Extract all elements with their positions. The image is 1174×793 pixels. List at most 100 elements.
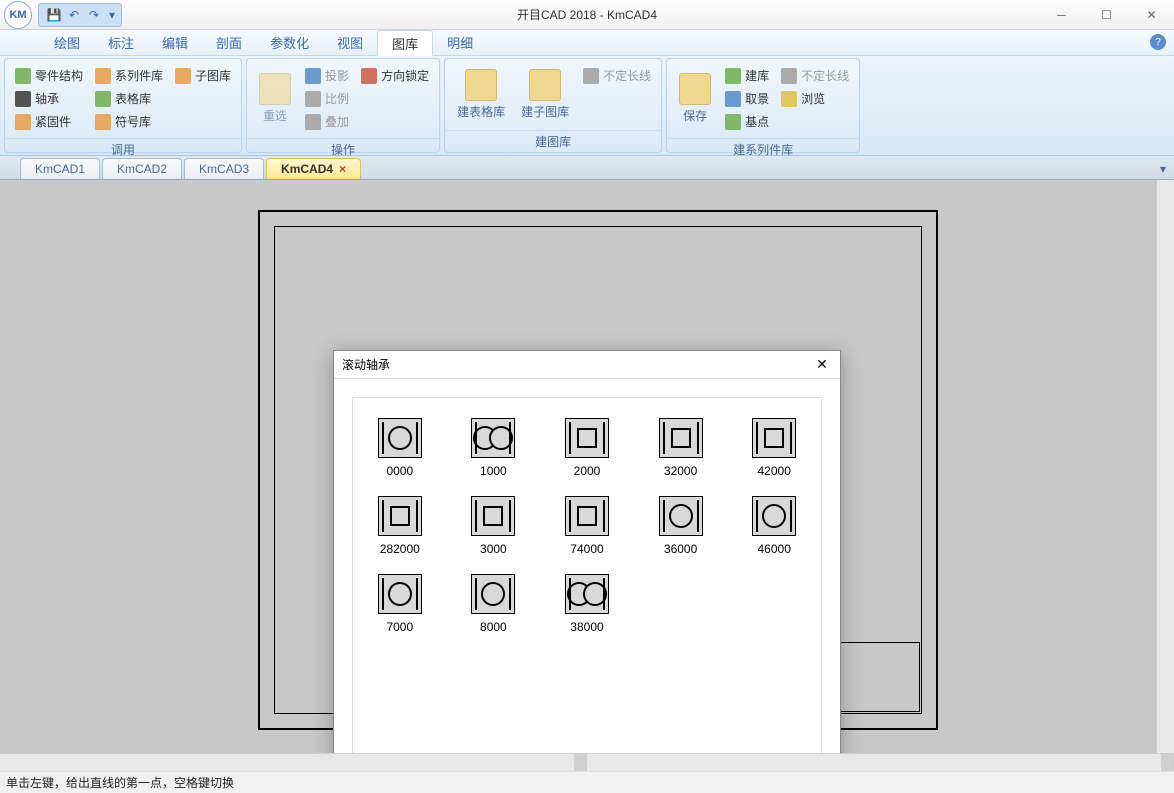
bearing-item[interactable]: 0000 [367,418,433,478]
dialog-title: 滚动轴承 [342,356,390,373]
ribbon-btn: 投影 [301,65,353,86]
document-tabs: KmCAD1KmCAD2KmCAD3KmCAD4× ▾ [0,156,1174,180]
bearing-item[interactable]: 46000 [741,496,807,556]
maximize-button[interactable]: ☐ [1084,0,1129,30]
bearing-label: 38000 [570,620,603,634]
ribbon-btn[interactable]: 浏览 [777,88,853,109]
ribbon-btn[interactable]: 符号库 [91,111,167,132]
ribbon-big-btn[interactable]: 保存 [671,63,719,134]
bearing-item[interactable]: 36000 [648,496,714,556]
bearing-icon [471,574,515,614]
window-title: 开目CAD 2018 - KmCAD4 [517,6,657,23]
bearing-label: 282000 [380,542,420,556]
bearing-item[interactable]: 3000 [461,496,527,556]
ribbon-big-btn[interactable]: 建表格库 [449,63,513,126]
bearing-icon [378,418,422,458]
ribbon-btn[interactable]: 取景 [721,88,773,109]
bearing-item[interactable]: 74000 [554,496,620,556]
bearing-icon [378,574,422,614]
ribbon: 零件结构轴承紧固件系列件库表格库符号库子图库调用重选投影比例叠加方向锁定操作建表… [0,56,1174,156]
ribbon-btn[interactable]: 方向锁定 [357,65,433,86]
bearing-item[interactable]: 42000 [741,418,807,478]
bearing-item[interactable]: 8000 [461,574,527,634]
ribbon-big-btn[interactable]: 建子图库 [513,63,577,126]
bearing-label: 0000 [386,464,413,478]
ribbon-group-2: 建表格库建子图库不定长线建图库 [444,58,662,153]
ribbon-btn: 不定长线 [579,65,655,86]
bearing-label: 8000 [480,620,507,634]
ribbon-btn: 不定长线 [777,65,853,86]
bearing-icon [659,418,703,458]
ribbon-btn[interactable]: 建库 [721,65,773,86]
drawing-canvas[interactable]: 滚动轴承 ✕ 0000 1000 2000 32000 42000 282000 3000 7… [0,180,1156,753]
group-label: 建图库 [445,130,661,152]
dialog-body: 0000 1000 2000 32000 42000 282000 3000 74000 360… [334,379,840,753]
bearing-label: 32000 [664,464,697,478]
ribbon-btn[interactable]: 轴承 [11,88,87,109]
document-tab[interactable]: KmCAD4× [266,158,361,179]
bearing-grid: 0000 1000 2000 32000 42000 282000 3000 74000 360… [352,397,822,753]
minimize-button[interactable]: ─ [1039,0,1084,30]
tabs-dropdown-icon[interactable]: ▾ [1160,162,1166,176]
bearing-icon [752,418,796,458]
menu-bar: 绘图标注编辑剖面参数化视图图库明细? [0,30,1174,56]
menu-item-1[interactable]: 标注 [94,30,148,55]
ribbon-btn: 比例 [301,88,353,109]
bearing-item[interactable]: 32000 [648,418,714,478]
vertical-scrollbar[interactable] [1156,180,1174,753]
tab-close-icon[interactable]: × [339,162,346,176]
bearing-item[interactable]: 1000 [461,418,527,478]
menu-item-6[interactable]: 图库 [377,30,433,56]
menu-item-7[interactable]: 明细 [433,30,487,55]
bearing-icon [659,496,703,536]
qat-dropdown-icon[interactable]: ▾ [109,8,115,22]
bearing-icon [565,496,609,536]
horizontal-scrollbar[interactable] [0,753,1174,771]
bearing-icon [471,418,515,458]
bearing-icon [752,496,796,536]
bearing-label: 42000 [758,464,791,478]
ribbon-big-btn: 重选 [251,63,299,134]
bearing-icon [565,418,609,458]
menu-item-0[interactable]: 绘图 [40,30,94,55]
app-icon[interactable]: KM [4,1,32,29]
bearing-item[interactable]: 282000 [367,496,433,556]
menu-item-4[interactable]: 参数化 [256,30,323,55]
quick-access-toolbar: 💾 ↶ ↷ ▾ [38,3,122,27]
menu-item-3[interactable]: 剖面 [202,30,256,55]
ribbon-btn[interactable]: 表格库 [91,88,167,109]
bearing-label: 2000 [574,464,601,478]
save-icon[interactable]: 💾 [45,6,63,24]
bearing-icon [378,496,422,536]
title-bar: KM 💾 ↶ ↷ ▾ 开目CAD 2018 - KmCAD4 ─ ☐ ✕ [0,0,1174,30]
dialog-close-button[interactable]: ✕ [812,355,832,375]
close-button[interactable]: ✕ [1129,0,1174,30]
menu-item-2[interactable]: 编辑 [148,30,202,55]
menu-item-5[interactable]: 视图 [323,30,377,55]
bearing-item[interactable]: 7000 [367,574,433,634]
undo-icon[interactable]: ↶ [65,6,83,24]
bearing-item[interactable]: 38000 [554,574,620,634]
ribbon-btn[interactable]: 基点 [721,111,773,132]
bearing-dialog: 滚动轴承 ✕ 0000 1000 2000 32000 42000 282000 3000 7… [333,350,841,753]
ribbon-btn[interactable]: 系列件库 [91,65,167,86]
redo-icon[interactable]: ↷ [85,6,103,24]
ribbon-btn[interactable]: 子图库 [171,65,235,86]
bearing-item[interactable]: 2000 [554,418,620,478]
bearing-icon [565,574,609,614]
bearing-label: 7000 [386,620,413,634]
bearing-label: 74000 [570,542,603,556]
ribbon-group-3: 保存建库取景基点不定长线浏览建系列件库 [666,58,860,153]
document-tab[interactable]: KmCAD2 [102,158,182,179]
ribbon-group-1: 重选投影比例叠加方向锁定操作 [246,58,440,153]
help-icon[interactable]: ? [1150,34,1166,50]
bearing-label: 46000 [758,542,791,556]
ribbon-btn[interactable]: 紧固件 [11,111,87,132]
document-tab[interactable]: KmCAD1 [20,158,100,179]
bearing-label: 36000 [664,542,697,556]
canvas-area: 滚动轴承 ✕ 0000 1000 2000 32000 42000 282000 3000 7… [0,180,1174,753]
ribbon-btn[interactable]: 零件结构 [11,65,87,86]
document-tab[interactable]: KmCAD3 [184,158,264,179]
bearing-label: 1000 [480,464,507,478]
dialog-title-bar[interactable]: 滚动轴承 ✕ [334,351,840,379]
